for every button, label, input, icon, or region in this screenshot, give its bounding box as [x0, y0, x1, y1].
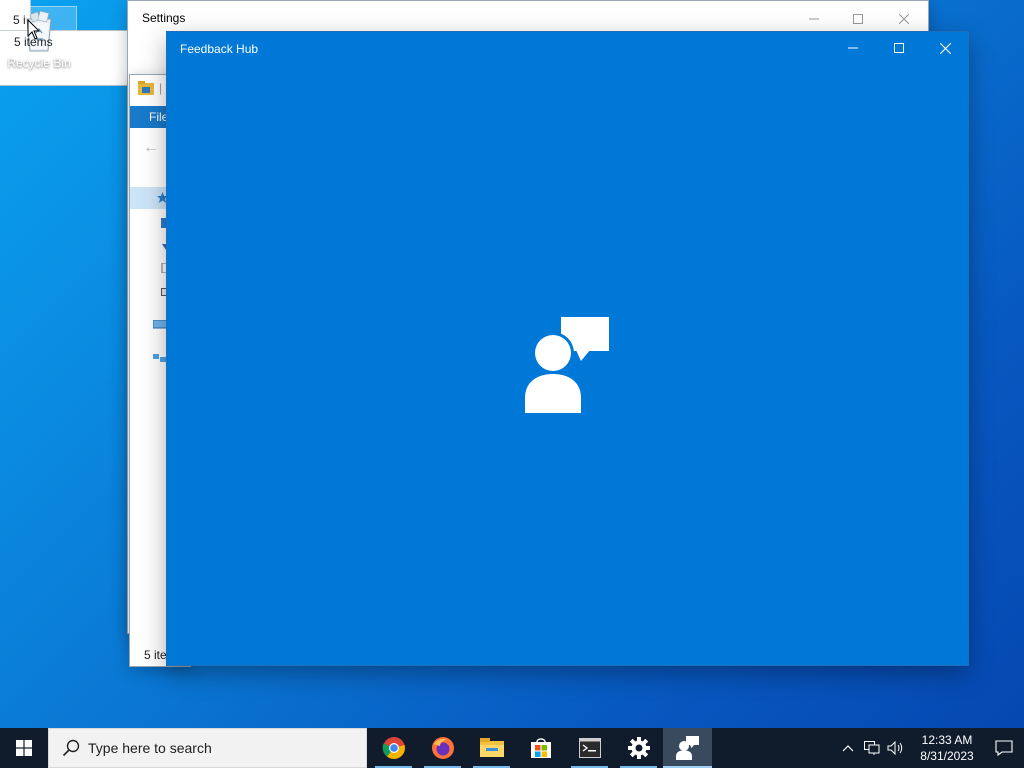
terminal-icon: [578, 738, 601, 758]
store-icon: [530, 738, 551, 758]
search-placeholder: Type here to search: [88, 740, 212, 756]
chrome-icon: [382, 737, 405, 759]
show-hidden-icons-button[interactable]: [836, 728, 860, 768]
taskbar-app-firefox[interactable]: [418, 728, 467, 768]
this-pc-icon: [153, 320, 167, 329]
volume-icon: [887, 741, 903, 755]
settings-maximize-button[interactable]: [835, 5, 881, 33]
system-tray: 12:33 AM 8/31/2023: [836, 728, 1024, 768]
maximize-icon: [853, 14, 863, 24]
action-center-button[interactable]: [984, 728, 1024, 768]
gear-icon: [627, 737, 650, 759]
qa-separator: |: [159, 81, 163, 95]
settings-close-button[interactable]: [881, 5, 927, 33]
feedback-hub-title: Feedback Hub: [180, 42, 259, 56]
windows-logo-icon: [16, 740, 32, 756]
settings-window-title: Settings: [142, 11, 186, 25]
start-button[interactable]: [0, 728, 48, 768]
network-icon: [864, 741, 880, 755]
feedback-hub-window[interactable]: Feedback Hub: [167, 32, 968, 665]
taskbar-app-chrome[interactable]: [369, 728, 418, 768]
feedback-hub-close-button[interactable]: [922, 32, 968, 64]
taskbar-app-terminal[interactable]: [565, 728, 614, 768]
taskbar-apps: [369, 728, 712, 768]
network-icon: [153, 354, 166, 362]
back-arrow-icon[interactable]: ←: [143, 139, 159, 157]
taskbar-app-file-explorer[interactable]: [467, 728, 516, 768]
feedback-hub-icon: [675, 736, 699, 760]
taskbar-app-feedback-hub[interactable]: [663, 728, 712, 768]
taskbar-search-box[interactable]: Type here to search: [48, 728, 367, 768]
feedback-hub-maximize-button[interactable]: [876, 32, 922, 64]
firefox-icon: [431, 737, 454, 759]
close-icon: [899, 14, 909, 24]
desktop-icon-label: Recycle Bin: [7, 56, 71, 70]
chevron-up-icon: [842, 745, 854, 752]
search-icon: [62, 739, 80, 757]
minimize-icon: [848, 47, 858, 49]
clock-date: 8/31/2023: [920, 749, 974, 763]
settings-minimize-button[interactable]: [791, 5, 837, 33]
volume-tray-button[interactable]: [884, 728, 908, 768]
taskbar: Type here to search 12:33 AM 8/31/2023: [0, 728, 1024, 768]
folder-quick-access-icon: [138, 81, 154, 95]
taskbar-app-store[interactable]: [516, 728, 565, 768]
status-bar-item-count-3: 5 items: [14, 35, 53, 49]
minimize-icon: [809, 18, 819, 20]
file-explorer-icon: [479, 738, 504, 757]
feedback-person-speech-icon: [525, 317, 609, 413]
close-icon: [939, 42, 951, 54]
network-tray-button[interactable]: [860, 728, 884, 768]
status-bar-item-count: 5 ite: [144, 648, 167, 662]
clock-time: 12:33 AM: [921, 733, 973, 747]
feedback-hub-minimize-button[interactable]: [830, 32, 876, 64]
feedback-hub-titlebar[interactable]: Feedback Hub: [167, 32, 968, 64]
taskbar-app-settings[interactable]: [614, 728, 663, 768]
status-bar-item-count-2: 5 i: [13, 13, 26, 27]
taskbar-clock[interactable]: 12:33 AM 8/31/2023: [916, 732, 978, 764]
notification-icon: [995, 740, 1013, 756]
maximize-icon: [894, 43, 904, 53]
